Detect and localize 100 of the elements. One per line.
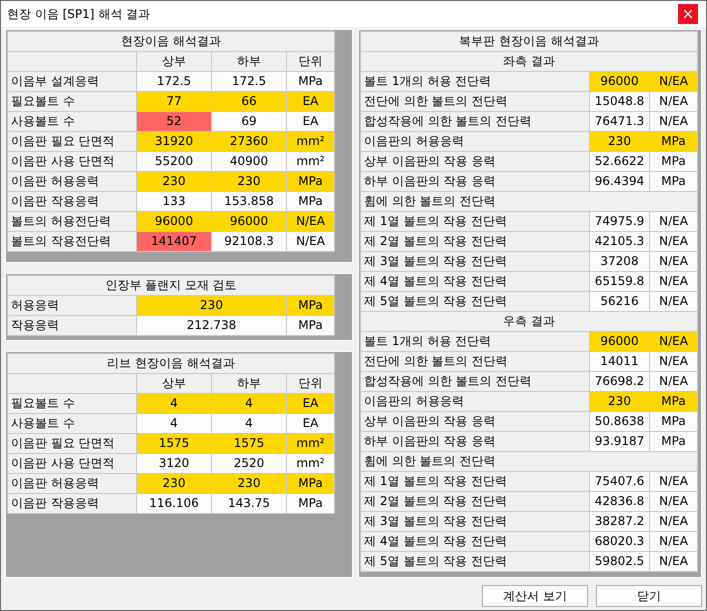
row-label: 이음판 허용응력: [8, 172, 136, 192]
row-label: 제 1열 볼트의 작용 전단력: [360, 472, 590, 492]
table-cell: 230: [590, 132, 650, 152]
table-cell: MPa: [286, 296, 334, 316]
table-cell: N/EA: [650, 492, 698, 512]
table-cell: N/EA: [650, 352, 698, 372]
table-cell: EA: [286, 414, 334, 434]
dialog-button[interactable]: 계산서 보기: [482, 585, 588, 607]
dialog-button[interactable]: 닫기: [596, 585, 702, 607]
row-label: 사용볼트 수: [8, 112, 136, 132]
table-cell: 55200: [136, 152, 212, 172]
row-label: 이음판 작용응력: [8, 494, 136, 514]
table-cell: 172.5: [212, 72, 286, 92]
table-title: 현장이음 해석결과: [8, 32, 334, 52]
table-cell: 230: [136, 172, 212, 192]
close-button[interactable]: [678, 4, 698, 24]
column-header: 단위: [286, 52, 334, 72]
table-cell: 212.738: [136, 316, 286, 336]
table-cell: N/EA: [650, 112, 698, 132]
row-label: 제 4열 볼트의 작용 전단력: [360, 532, 590, 552]
table-cell: 76471.3: [590, 112, 650, 132]
table-title: 복부판 현장이음 해석결과: [360, 32, 698, 52]
column-header: 하부: [212, 52, 286, 72]
table-cell: N/EA: [286, 212, 334, 232]
table-cell: MPa: [650, 132, 698, 152]
row-label: 작용응력: [8, 316, 136, 336]
section-title: 좌측 결과: [360, 52, 698, 72]
table-cell: 96000: [136, 212, 212, 232]
section-title: 우측 결과: [360, 312, 698, 332]
table-cell: 153.858: [212, 192, 286, 212]
row-label: 이음판 작용응력: [8, 192, 136, 212]
table-cell: N/EA: [650, 92, 698, 112]
table-cell: 52.6622: [590, 152, 650, 172]
table-cell: 14011: [590, 352, 650, 372]
table-cell: MPa: [286, 72, 334, 92]
table-cell: 172.5: [136, 72, 212, 92]
table-cell: 2520: [212, 454, 286, 474]
row-label: 제 5열 볼트의 작용 전단력: [360, 552, 590, 572]
row-label: 사용볼트 수: [8, 414, 136, 434]
row-label: 제 4열 볼트의 작용 전단력: [360, 272, 590, 292]
table-cell: 141407: [136, 232, 212, 252]
table-cell: 15048.8: [590, 92, 650, 112]
table-cell: 75407.6: [590, 472, 650, 492]
table-cell: N/EA: [650, 232, 698, 252]
table-cell: 40900: [212, 152, 286, 172]
table-cell: 65159.8: [590, 272, 650, 292]
table-cell: 92108.3: [212, 232, 286, 252]
table-cell: 31920: [136, 132, 212, 152]
table-cell: MPa: [650, 392, 698, 412]
table-cell: N/EA: [650, 512, 698, 532]
table-cell: EA: [286, 112, 334, 132]
table-cell: N/EA: [650, 212, 698, 232]
table-cell: 230: [212, 172, 286, 192]
row-label: 볼트 1개의 허용 전단력: [360, 332, 590, 352]
table-cell: mm²: [286, 132, 334, 152]
group-heading: 휨에 의한 볼트의 전단력: [360, 192, 698, 212]
table-cell: 50.8638: [590, 412, 650, 432]
table-cell: 3120: [136, 454, 212, 474]
row-label: 상부 이음판의 작용 응력: [360, 412, 590, 432]
column-header: 단위: [286, 374, 334, 394]
table-cell: N/EA: [650, 252, 698, 272]
table-cell: N/EA: [650, 332, 698, 352]
table-cell: 116.106: [136, 494, 212, 514]
table-cell: 96000: [590, 332, 650, 352]
row-label: 이음판의 허용응력: [360, 132, 590, 152]
table-cell: 42836.8: [590, 492, 650, 512]
table-cell: MPa: [650, 412, 698, 432]
table-cell: N/EA: [286, 232, 334, 252]
table-cell: 96000: [212, 212, 286, 232]
row-label: 볼트 1개의 허용 전단력: [360, 72, 590, 92]
row-label: 필요볼트 수: [8, 394, 136, 414]
table-cell: N/EA: [650, 372, 698, 392]
table-cell: 52: [136, 112, 212, 132]
table-cell: 42105.3: [590, 232, 650, 252]
row-label: 제 2열 볼트의 작용 전단력: [360, 232, 590, 252]
table-cell: N/EA: [650, 272, 698, 292]
table-title: 인장부 플랜지 모재 검토: [8, 276, 334, 296]
row-label: 이음판 필요 단면적: [8, 132, 136, 152]
row-label: 이음판의 허용응력: [360, 392, 590, 412]
table-cell: 1575: [136, 434, 212, 454]
row-label: 이음판 필요 단면적: [8, 434, 136, 454]
table-cell: 230: [590, 392, 650, 412]
table-cell: N/EA: [650, 72, 698, 92]
row-label: 합성작용에 의한 볼트의 전단력: [360, 372, 590, 392]
table-cell: 133: [136, 192, 212, 212]
window-title: 현장 이음 [SP1] 해석 결과: [7, 6, 152, 22]
table-cell: 66: [212, 92, 286, 112]
row-label: 볼트의 허용전단력: [8, 212, 136, 232]
table-cell: 93.9187: [590, 432, 650, 452]
table-cell: N/EA: [650, 472, 698, 492]
table-cell: 68020.3: [590, 532, 650, 552]
table-cell: N/EA: [650, 552, 698, 572]
row-label: 제 5열 볼트의 작용 전단력: [360, 292, 590, 312]
table-cell: MPa: [286, 474, 334, 494]
row-label: 이음판 사용 단면적: [8, 454, 136, 474]
table-cell: 74975.9: [590, 212, 650, 232]
table-cell: MPa: [286, 316, 334, 336]
table-cell: 143.75: [212, 494, 286, 514]
table-cell: MPa: [286, 192, 334, 212]
table-cell: 77: [136, 92, 212, 112]
